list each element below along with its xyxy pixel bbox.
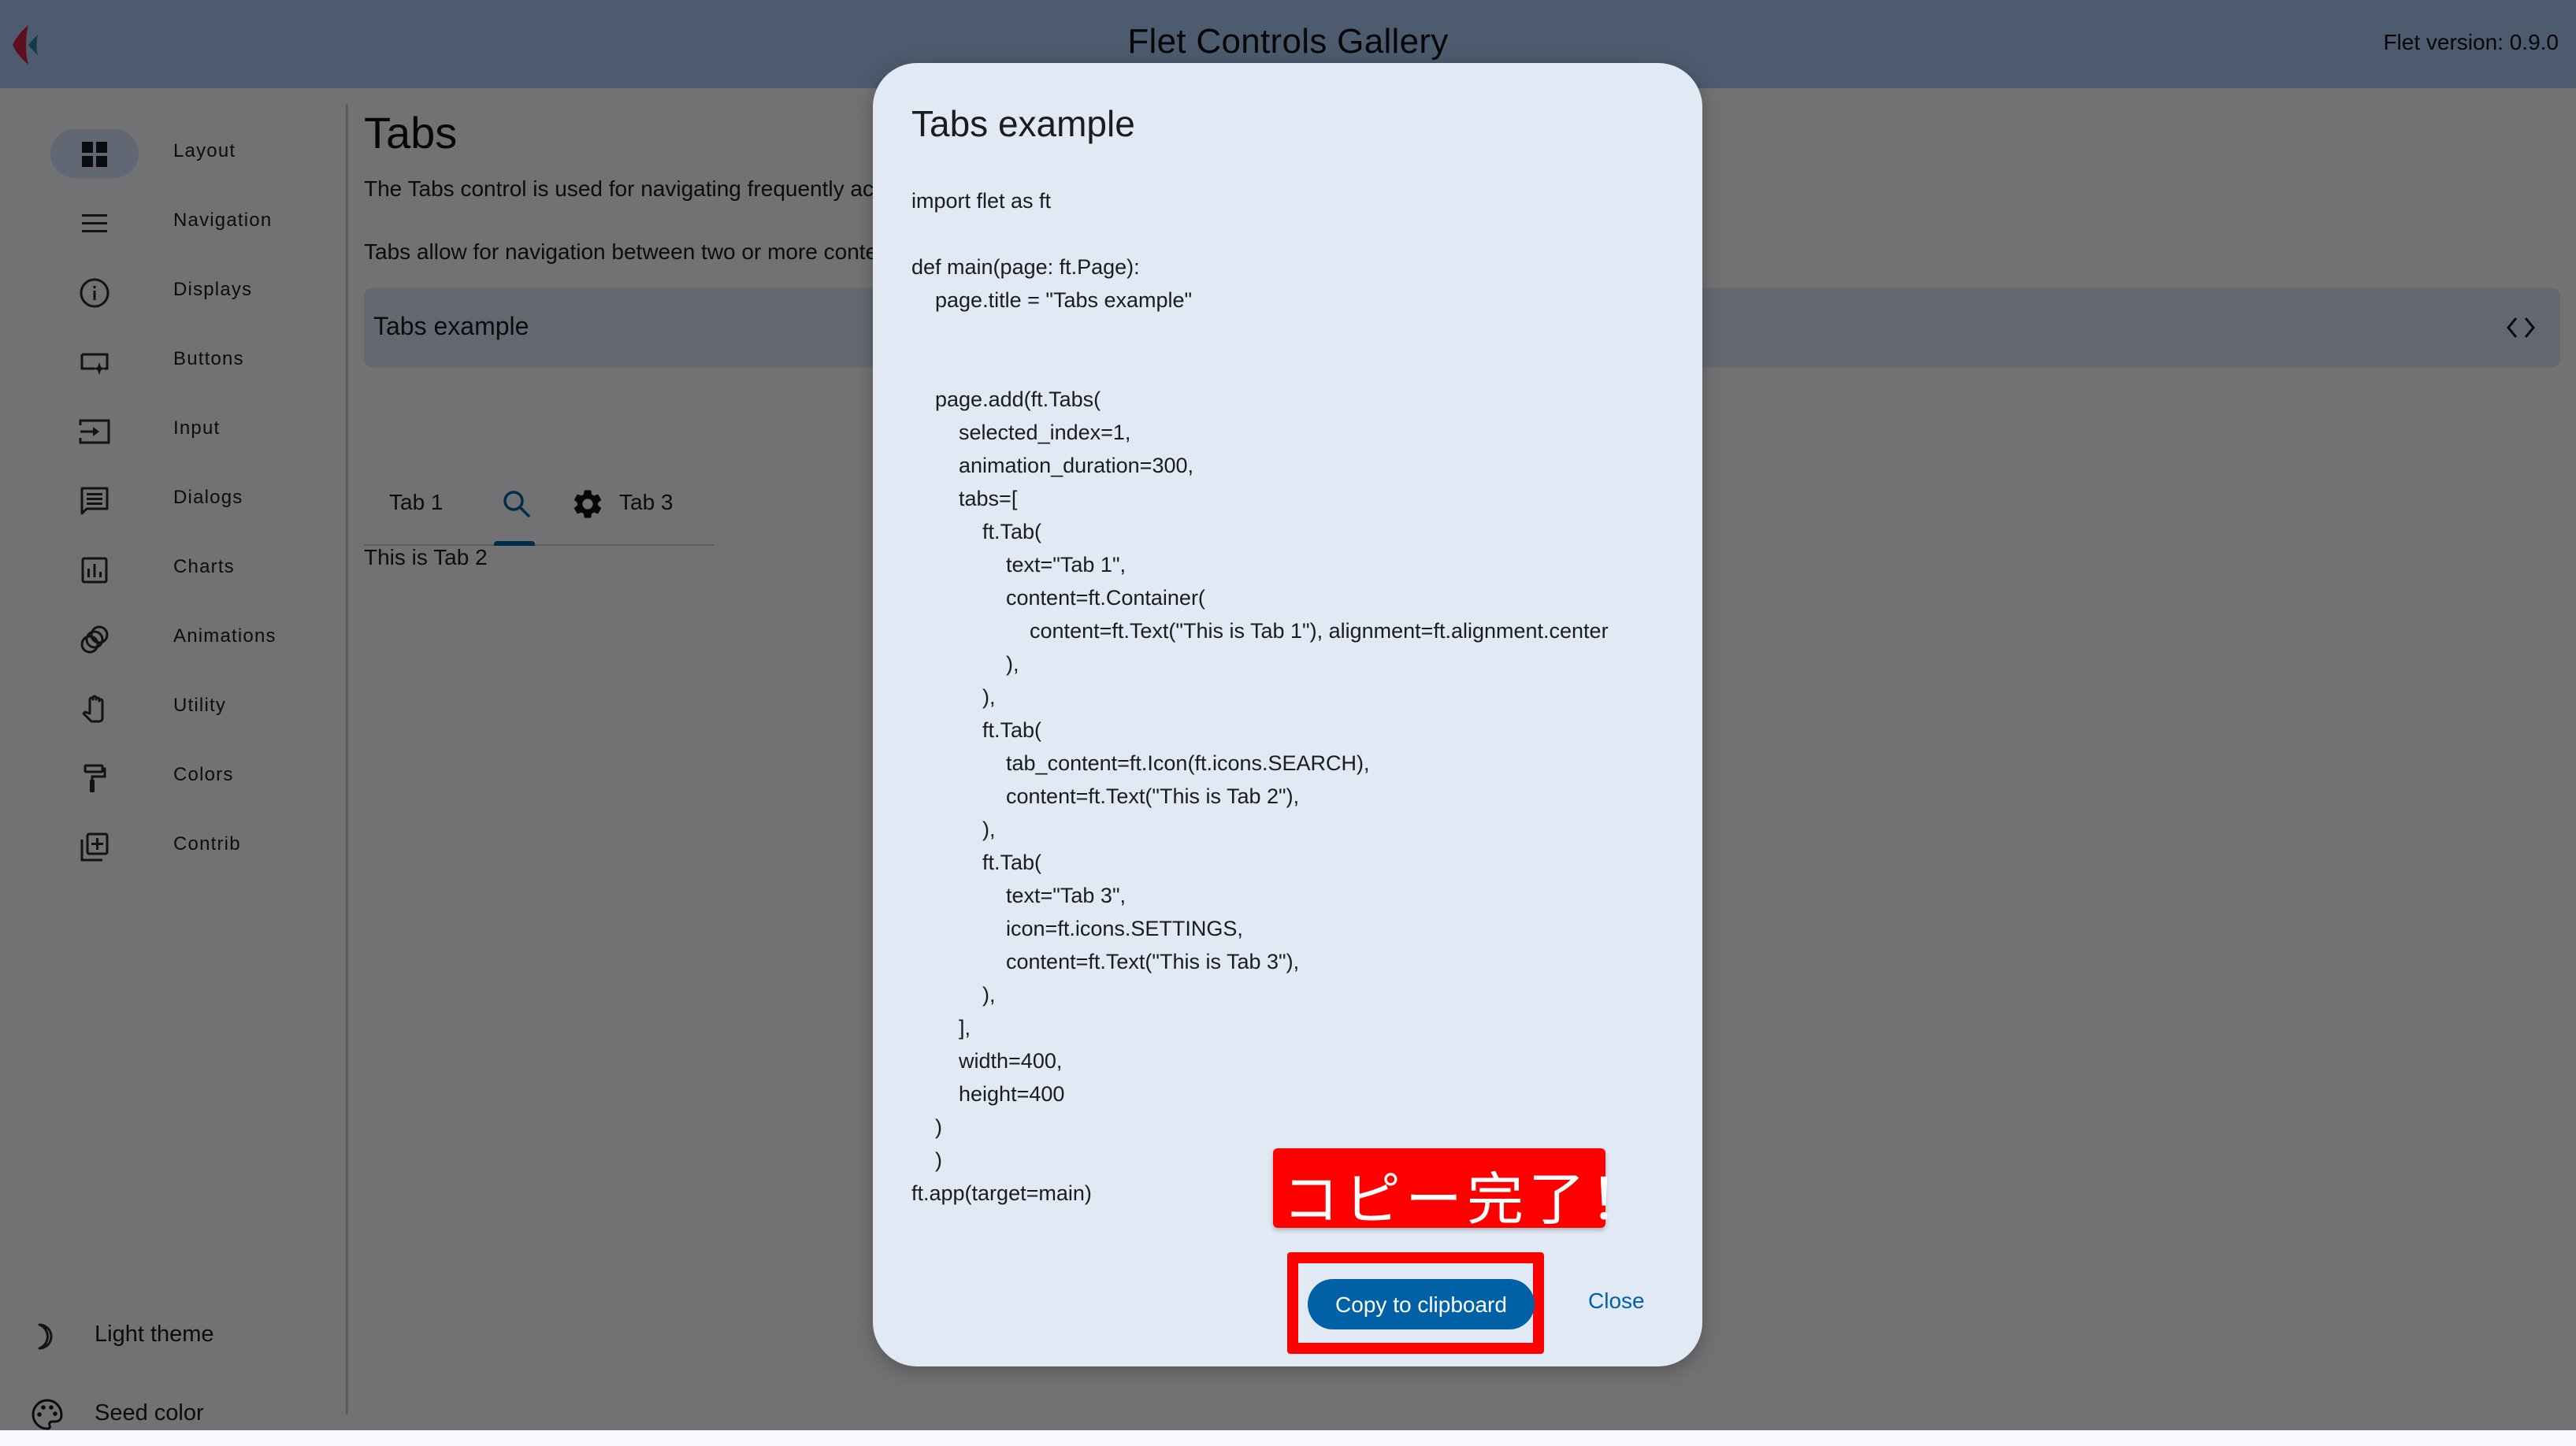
code-line: ) [911, 1115, 942, 1139]
code-line: tabs=[ [911, 487, 1018, 510]
code-line: ft.Tab( [911, 520, 1042, 543]
code-line: ), [911, 652, 1019, 676]
code-line: content=ft.Text("This is Tab 1"), alignm… [911, 619, 1609, 643]
code-line: ft.Tab( [911, 718, 1042, 742]
code-block: import flet as ft def main(page: ft.Page)… [911, 184, 1683, 1210]
code-line: text="Tab 1", [911, 553, 1127, 577]
copy-complete-text: コピー完了！ [1282, 1166, 1652, 1233]
code-line: width=400, [911, 1049, 1063, 1073]
code-line: ), [911, 818, 996, 841]
code-line: tab_content=ft.Icon(ft.icons.SEARCH), [911, 751, 1370, 775]
code-dialog: Tabs example import flet as ft def main(p… [873, 63, 1702, 1366]
code-line: text="Tab 3", [911, 884, 1127, 907]
code-line: page.title = "Tabs example" [911, 288, 1193, 312]
code-line: animation_duration=300, [911, 454, 1193, 477]
close-button[interactable]: Close [1588, 1288, 1645, 1314]
code-line: ), [911, 983, 996, 1007]
code-line: content=ft.Text("This is Tab 3"), [911, 950, 1300, 973]
copy-complete-annotation: コピー完了！ [1273, 1148, 1646, 1233]
code-line: content=ft.Container( [911, 586, 1205, 610]
copy-to-clipboard-button[interactable]: Copy to clipboard [1308, 1279, 1535, 1329]
code-line: ], [911, 1016, 971, 1040]
code-line: ft.Tab( [911, 851, 1042, 874]
code-line: ), [911, 685, 996, 709]
code-line: import flet as ft [911, 189, 1052, 213]
code-line: height=400 [911, 1082, 1065, 1106]
code-line: selected_index=1, [911, 421, 1131, 444]
dialog-title: Tabs example [911, 103, 1135, 144]
code-line: content=ft.Text("This is Tab 2"), [911, 784, 1300, 808]
code-line: def main(page: ft.Page): [911, 255, 1140, 279]
code-line: page.add(ft.Tabs( [911, 387, 1101, 411]
code-line: icon=ft.icons.SETTINGS, [911, 917, 1243, 940]
